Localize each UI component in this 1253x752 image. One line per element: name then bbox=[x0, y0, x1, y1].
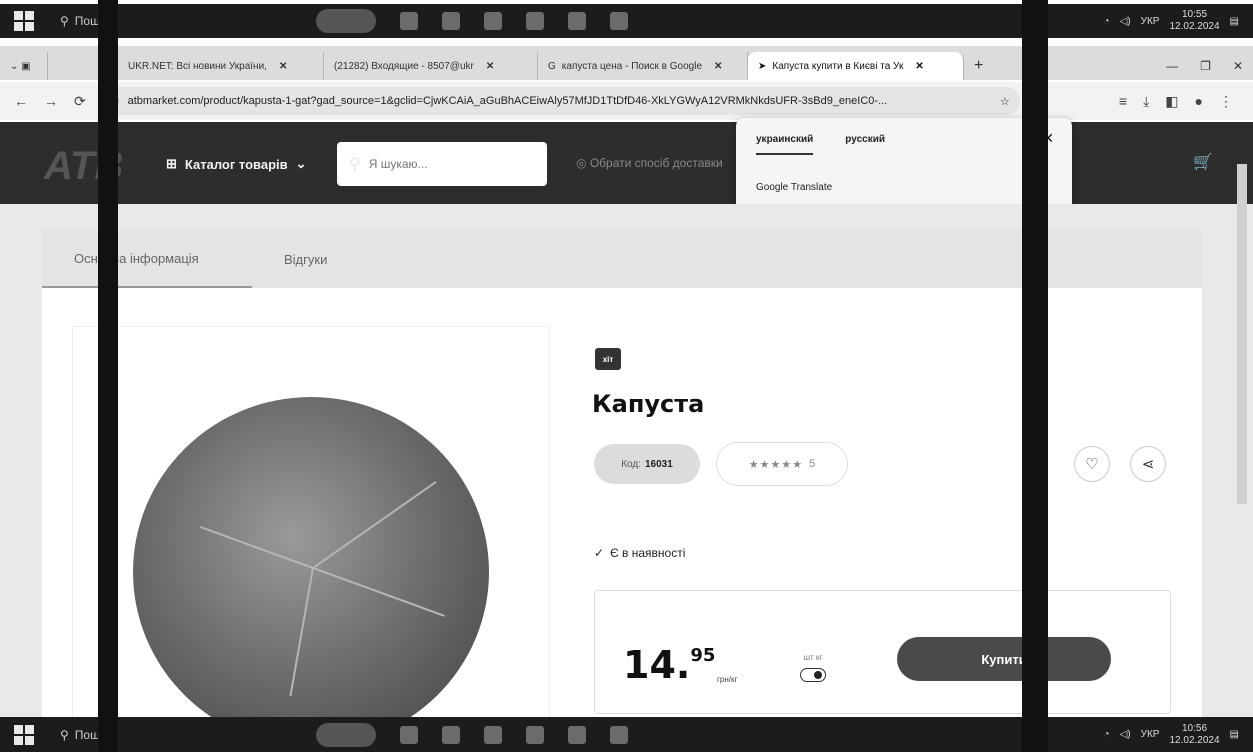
close-icon[interactable]: ✕ bbox=[714, 61, 722, 72]
back-icon[interactable]: ← bbox=[14, 93, 28, 110]
notification-icon[interactable]: ▤ bbox=[1230, 729, 1239, 740]
buy-button[interactable]: Купити bbox=[897, 637, 1111, 681]
close-icon[interactable]: ✕ bbox=[486, 61, 494, 72]
cabbage-image bbox=[133, 397, 489, 725]
tab-list-button[interactable]: ⌄ ▣ bbox=[0, 52, 48, 80]
taskbar-widget[interactable] bbox=[316, 722, 376, 747]
product-image[interactable] bbox=[72, 326, 550, 726]
stock-status: ✓ Є в наявності bbox=[594, 546, 686, 560]
store-icon[interactable] bbox=[526, 12, 544, 30]
mail-icon[interactable] bbox=[568, 12, 586, 30]
atb-favicon: ➤ bbox=[758, 60, 767, 72]
mail-icon[interactable] bbox=[568, 725, 586, 744]
forward-icon[interactable]: → bbox=[44, 93, 58, 110]
translate-lang-russian[interactable]: русский bbox=[845, 134, 885, 155]
taskbar-bottom: ⚲ Пошук ◔ ◁) УКР 10:56 12.02.2024 ▤ bbox=[0, 717, 1253, 752]
rating-stars: ★★★★★ bbox=[748, 458, 804, 471]
language-indicator[interactable]: УКР bbox=[1141, 16, 1160, 27]
cart-icon[interactable]: 🛒 bbox=[1193, 152, 1213, 172]
price-value: 14.95 bbox=[623, 643, 716, 687]
product-title: Капуста bbox=[592, 390, 705, 418]
system-tray: ◔ ◁) УКР 10:55 12.02.2024 ▤ bbox=[1104, 9, 1239, 33]
search-box[interactable]: ⚲ bbox=[337, 142, 547, 186]
network-icon[interactable]: ◔ bbox=[1104, 16, 1110, 27]
search-icon: ⚲ bbox=[60, 727, 69, 742]
taskbar-top: ⚲ Пошук ◔ ◁) УКР 10:55 12.02.2024 ▤ bbox=[0, 4, 1253, 38]
favorite-heart-icon[interactable]: ♡ bbox=[1074, 446, 1110, 482]
price-unit: грн/кг bbox=[717, 675, 738, 684]
tab-active-atb[interactable]: ➤ Капуста купити в Києві та Ук ✕ bbox=[748, 52, 964, 80]
tab-main-info[interactable]: Основна інформація bbox=[42, 230, 252, 288]
taskbar-widget[interactable] bbox=[316, 9, 376, 33]
hit-badge: хіт bbox=[595, 348, 621, 370]
search-input[interactable] bbox=[368, 157, 519, 171]
page-content: Основна інформація Відгуки хіт Капуста К… bbox=[0, 204, 1253, 726]
restore-icon: ❐ bbox=[1200, 59, 1211, 73]
network-icon[interactable]: ◔ bbox=[1104, 729, 1110, 740]
bookmark-star-icon[interactable]: ☆ bbox=[1000, 95, 1010, 108]
app-icon[interactable] bbox=[442, 725, 460, 744]
minimize-icon: — bbox=[1166, 59, 1179, 73]
browser-tab-bar: ⌄ ▣ UKR.NET: Всі новини України, ✕ (21282… bbox=[0, 46, 1253, 80]
task-view-icon[interactable] bbox=[400, 725, 418, 744]
url-field[interactable]: ⚙atbmarket.com/product/kapusta-1-gat?gad… bbox=[99, 87, 1020, 115]
page-scrollbar[interactable] bbox=[1237, 164, 1247, 504]
toggle-switch[interactable] bbox=[800, 668, 826, 682]
tab-google[interactable]: Gкапуста цена - Поиск в Google ✕ bbox=[538, 52, 748, 80]
tab-inbox[interactable]: (21282) Входящие - 8507@ukr ✕ bbox=[324, 52, 538, 80]
system-tray: ◔ ◁) УКР 10:56 12.02.2024 ▤ bbox=[1104, 723, 1239, 747]
chevron-down-icon: ⌄ bbox=[295, 156, 307, 171]
close-window-icon: ✕ bbox=[1232, 59, 1243, 73]
check-circle-icon: ✓ bbox=[594, 546, 605, 560]
windows-start-icon[interactable] bbox=[14, 11, 34, 31]
language-indicator[interactable]: УКР bbox=[1141, 729, 1160, 740]
extensions-icon[interactable]: ≡ bbox=[1119, 93, 1127, 110]
product-code: Код: 16031 bbox=[594, 444, 700, 484]
profile-icon[interactable]: ● bbox=[1195, 93, 1203, 110]
rating-pill[interactable]: ★★★★★ 5 bbox=[716, 442, 848, 486]
translate-lang-ukrainian[interactable]: украинский bbox=[756, 134, 814, 155]
volume-icon[interactable]: ◁) bbox=[1120, 729, 1131, 740]
scan-artifact bbox=[1022, 0, 1048, 752]
address-bar-row: ← → ⟳ ⚙atbmarket.com/product/kapusta-1-gat… bbox=[0, 82, 1253, 120]
close-icon[interactable]: ✕ bbox=[915, 61, 923, 72]
clock[interactable]: 10:55 12.02.2024 bbox=[1169, 9, 1219, 33]
unit-toggle[interactable]: шт кг bbox=[800, 653, 826, 682]
window-controls[interactable]: — ❐ ✕ bbox=[1156, 52, 1253, 80]
close-icon[interactable]: ✕ bbox=[279, 61, 287, 72]
tab-ukrnet[interactable]: UKR.NET: Всі новини України, ✕ bbox=[118, 52, 324, 80]
windows-start-icon[interactable] bbox=[14, 724, 34, 745]
translate-footer: Google Translate bbox=[756, 182, 833, 193]
search-icon: ⚲ bbox=[60, 14, 69, 28]
scan-artifact bbox=[98, 0, 118, 752]
side-panel-icon[interactable]: ◧ bbox=[1165, 93, 1178, 110]
download-icon[interactable]: ⤓ bbox=[1143, 93, 1149, 110]
app-icon[interactable] bbox=[442, 12, 460, 30]
chrome-icon[interactable] bbox=[610, 725, 628, 744]
store-icon[interactable] bbox=[526, 725, 544, 744]
task-view-icon[interactable] bbox=[400, 12, 418, 30]
price-panel: 14.95 грн/кг шт кг Купити bbox=[594, 590, 1171, 714]
tab-reviews[interactable]: Відгуки bbox=[252, 230, 359, 288]
clock[interactable]: 10:56 12.02.2024 bbox=[1169, 723, 1219, 747]
location-icon: ◎ bbox=[576, 156, 590, 170]
reload-icon[interactable]: ⟳ bbox=[74, 93, 86, 110]
chrome-icon[interactable] bbox=[610, 12, 628, 30]
file-explorer-icon[interactable] bbox=[484, 12, 502, 30]
file-explorer-icon[interactable] bbox=[484, 725, 502, 744]
taskbar-search[interactable]: ⚲ Пошук bbox=[60, 14, 220, 28]
menu-icon[interactable]: ⋮ bbox=[1219, 93, 1233, 110]
notification-icon[interactable]: ▤ bbox=[1230, 16, 1239, 27]
catalog-button[interactable]: ⊞ Каталог товарів ⌄ bbox=[166, 156, 307, 172]
new-tab-button[interactable]: + bbox=[964, 52, 993, 80]
google-icon: G bbox=[548, 60, 556, 72]
taskbar-search[interactable]: ⚲ Пошук bbox=[60, 728, 220, 742]
delivery-selector[interactable]: ◎ Обрати спосіб доставки bbox=[576, 156, 723, 170]
search-icon: ⚲ bbox=[349, 156, 361, 173]
volume-icon[interactable]: ◁) bbox=[1120, 16, 1131, 27]
share-icon[interactable]: ⋖ bbox=[1130, 446, 1166, 482]
grid-icon: ⊞ bbox=[166, 156, 177, 171]
